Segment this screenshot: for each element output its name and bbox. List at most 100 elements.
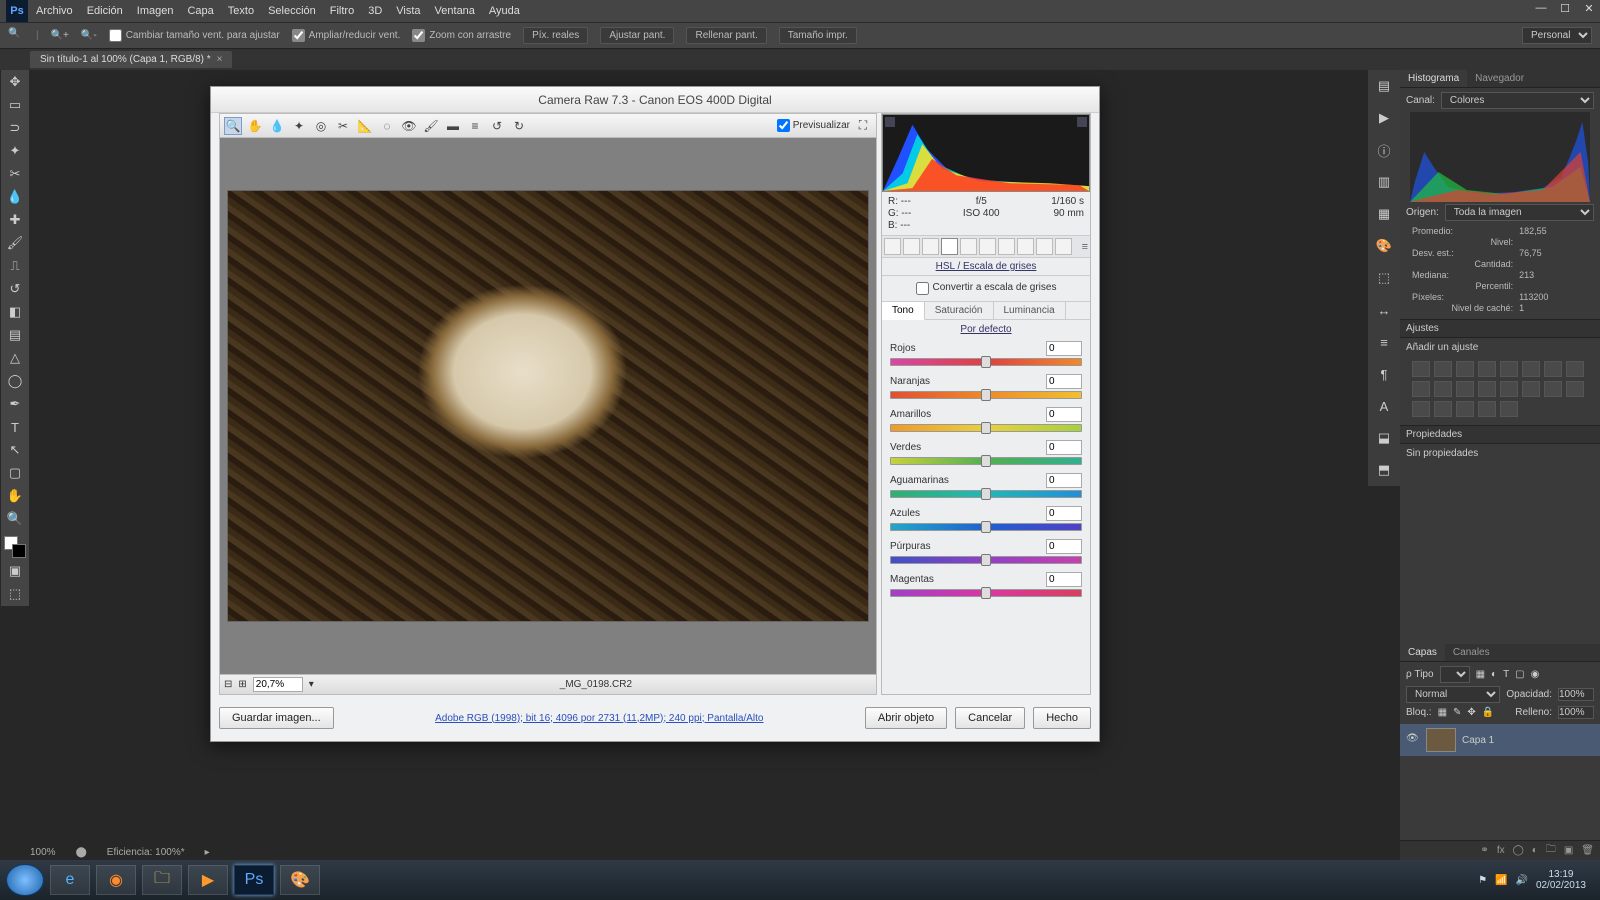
color-swatches[interactable] [4, 536, 26, 558]
gradient-tool[interactable]: ▤ [4, 325, 26, 345]
menu-item[interactable]: Ventana [435, 5, 475, 17]
taskbar-paint-icon[interactable]: 🎨 [280, 865, 320, 895]
maximize-button[interactable]: ☐ [1558, 2, 1572, 15]
blur-tool[interactable]: △ [4, 348, 26, 368]
default-link[interactable]: Por defecto [882, 320, 1090, 339]
taskbar-explorer-icon[interactable]: 🗀 [142, 865, 182, 895]
adjustment-icon[interactable] [1434, 361, 1452, 377]
tab-navigator[interactable]: Navegador [1467, 70, 1532, 87]
zoom-resizes-checkbox[interactable]: Ampliar/reducir vent. [292, 29, 401, 42]
tray-network-icon[interactable]: 📶 [1495, 875, 1507, 886]
basic-tab-icon[interactable] [884, 238, 901, 255]
crop-tool-icon[interactable]: ✂ [334, 117, 352, 135]
slider-value-input[interactable] [1046, 539, 1082, 554]
fx-tab-icon[interactable] [998, 238, 1015, 255]
lock-icon[interactable]: ✎ [1453, 707, 1461, 718]
hand-tool-icon[interactable]: ✋ [246, 117, 264, 135]
redeye-icon[interactable]: 👁 [400, 117, 418, 135]
menu-item[interactable]: Ayuda [489, 5, 520, 17]
adjustment-icon[interactable] [1412, 361, 1430, 377]
zoom-dropdown-icon[interactable]: ▾ [309, 679, 314, 690]
filter-icon[interactable]: ▦ [1476, 669, 1485, 680]
fullscreen-icon[interactable]: ⛶ [854, 117, 872, 135]
zoom-tool[interactable]: 🔍 [4, 509, 26, 529]
panel-icon[interactable]: ▶ [1374, 108, 1394, 128]
taskbar-media-icon[interactable]: ▶ [188, 865, 228, 895]
convert-grayscale-checkbox[interactable]: Convertir a escala de grises [882, 276, 1090, 302]
group-icon[interactable]: 🗀 [1546, 842, 1556, 859]
presets-tab-icon[interactable] [1036, 238, 1053, 255]
rotate-ccw-icon[interactable]: ↺ [488, 117, 506, 135]
adjustment-layer-icon[interactable]: ◐ [1532, 845, 1538, 856]
adjustment-icon[interactable] [1544, 361, 1562, 377]
prefs-icon[interactable]: ≡ [466, 117, 484, 135]
path-tool[interactable]: ↖ [4, 440, 26, 460]
type-tool[interactable]: T [4, 417, 26, 437]
adjustment-icon[interactable] [1500, 361, 1518, 377]
fx-icon[interactable]: fx [1497, 845, 1505, 856]
adjustment-icon[interactable] [1456, 361, 1474, 377]
adjustment-icon[interactable] [1500, 401, 1518, 417]
filter-icon[interactable]: ▢ [1515, 669, 1524, 680]
fit-plus-icon[interactable]: ⊞ [238, 679, 246, 690]
subtab-hue[interactable]: Tono [882, 302, 925, 320]
slider-track[interactable] [890, 391, 1082, 399]
eyedropper-tool[interactable]: 💧 [4, 187, 26, 207]
delete-icon[interactable]: 🗑 [1581, 845, 1594, 856]
fit-minus-icon[interactable]: ⊟ [224, 679, 232, 690]
tab-histogram[interactable]: Histograma [1400, 70, 1467, 87]
menu-item[interactable]: Capa [187, 5, 213, 17]
close-tab-icon[interactable]: × [217, 54, 223, 65]
panel-icon[interactable]: ≡ [1374, 332, 1394, 352]
calib-tab-icon[interactable] [1017, 238, 1034, 255]
slider-thumb[interactable] [981, 455, 991, 467]
slider-track[interactable] [890, 556, 1082, 564]
slider-thumb[interactable] [981, 521, 991, 533]
mask-icon[interactable]: ◯ [1513, 845, 1524, 856]
filter-icon[interactable]: T [1503, 669, 1509, 680]
hand-tool[interactable]: ✋ [4, 486, 26, 506]
layer-filter-select[interactable]: ⬚ [1440, 666, 1470, 683]
dodge-tool[interactable]: ◯ [4, 371, 26, 391]
adjustment-icon[interactable] [1456, 401, 1474, 417]
wb-tool-icon[interactable]: 💧 [268, 117, 286, 135]
adjustment-icon[interactable] [1456, 381, 1474, 397]
blend-mode-select[interactable]: Normal [1406, 686, 1500, 703]
channel-select[interactable]: Colores [1441, 92, 1594, 109]
panel-icon[interactable]: ⬚ [1374, 268, 1394, 288]
rotate-cw-icon[interactable]: ↻ [510, 117, 528, 135]
slider-track[interactable] [890, 358, 1082, 366]
adjustment-icon[interactable] [1412, 381, 1430, 397]
brush-tool[interactable]: 🖌 [4, 233, 26, 253]
panel-icon[interactable]: ▤ [1374, 76, 1394, 96]
cancel-button[interactable]: Cancelar [955, 707, 1025, 729]
menu-item[interactable]: Selección [268, 5, 316, 17]
panel-icon[interactable]: A [1374, 396, 1394, 416]
panel-icon[interactable]: ¶ [1374, 364, 1394, 384]
pen-tool[interactable]: ✒ [4, 394, 26, 414]
lock-icon[interactable]: ✥ [1467, 707, 1475, 718]
slider-track[interactable] [890, 523, 1082, 531]
adjustment-icon[interactable] [1478, 361, 1496, 377]
slider-thumb[interactable] [981, 356, 991, 368]
screenmode-toggle[interactable]: ⬚ [4, 584, 26, 604]
slider-value-input[interactable] [1046, 473, 1082, 488]
snapshots-tab-icon[interactable] [1055, 238, 1072, 255]
save-image-button[interactable]: Guardar imagen... [219, 707, 334, 729]
cr-preview-area[interactable] [220, 138, 876, 674]
adjust-brush-icon[interactable]: 🖌 [422, 117, 440, 135]
slider-value-input[interactable] [1046, 440, 1082, 455]
menu-item[interactable]: Edición [87, 5, 123, 17]
menu-item[interactable]: Imagen [137, 5, 174, 17]
spot-removal-icon[interactable]: ◌ [378, 117, 396, 135]
adjustment-icon[interactable] [1500, 381, 1518, 397]
lock-icon[interactable]: 🔒 [1482, 707, 1494, 718]
panel-icon[interactable]: ⬒ [1374, 460, 1394, 480]
slider-thumb[interactable] [981, 488, 991, 500]
new-layer-icon[interactable]: ▣ [1564, 845, 1573, 856]
menu-item[interactable]: 3D [368, 5, 382, 17]
filter-icon[interactable]: ◉ [1531, 669, 1540, 680]
slider-value-input[interactable] [1046, 506, 1082, 521]
slider-value-input[interactable] [1046, 374, 1082, 389]
hsl-tab-icon[interactable] [941, 238, 958, 255]
